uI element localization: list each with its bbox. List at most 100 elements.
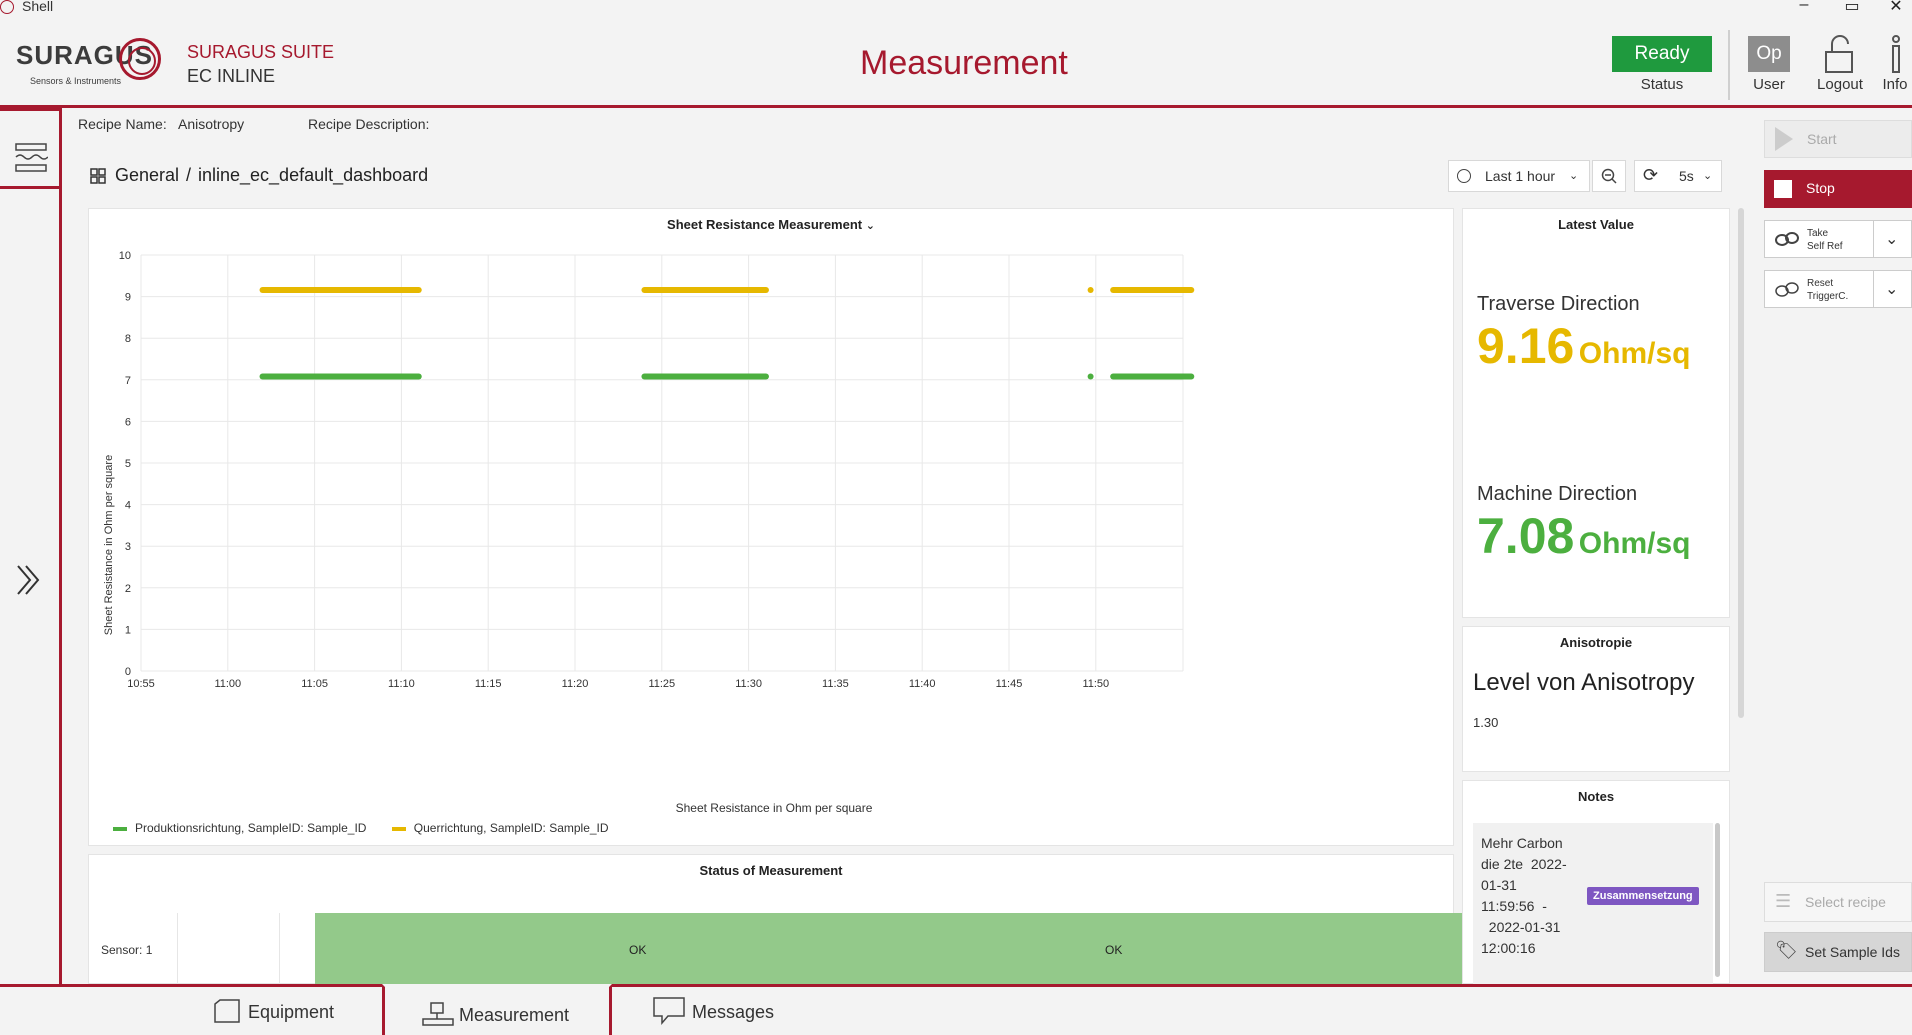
machine-direction-readout: 7.08 Ohm/sq	[1477, 507, 1690, 565]
traverse-direction-readout: 9.16 Ohm/sq	[1477, 317, 1690, 375]
y-axis-label: Sheet Resistance in Ohm per square	[103, 454, 115, 636]
start-label: Start	[1807, 131, 1837, 147]
note-tag[interactable]: Zusammensetzung	[1587, 887, 1699, 905]
x-tick-label: 11:50	[1082, 678, 1109, 690]
left-rail	[0, 108, 62, 984]
chart-legend: Produktionsrichtung, SampleID: Sample_ID…	[113, 821, 609, 835]
refresh-picker[interactable]: ⟳ 5s ⌄	[1634, 160, 1722, 192]
zoom-out-button[interactable]	[1592, 160, 1626, 192]
status-measurement-panel: Status of Measurement Sensor: 1 OK OK	[88, 854, 1511, 985]
title-bar: Shell – ▭ ✕	[0, 0, 1912, 15]
tab-messages-label: Messages	[692, 1002, 775, 1022]
user-avatar[interactable]: Op	[1748, 36, 1790, 72]
y-axis-label-wrap: Sheet Resistance in Ohm per square	[89, 399, 129, 699]
traverse-direction-value: 9.16	[1477, 318, 1575, 374]
clock-icon	[1457, 169, 1471, 183]
tab-equipment-label: Equipment	[248, 1002, 335, 1022]
refresh-icon: ⟳	[1643, 165, 1659, 185]
take-self-ref-label: Take Self Ref	[1807, 228, 1843, 252]
logo-icon	[119, 38, 161, 80]
select-recipe-label: Select recipe	[1805, 894, 1886, 910]
time-range-picker[interactable]: Last 1 hour ⌄	[1448, 160, 1590, 192]
anisotropy-heading: Level von Anisotropy	[1473, 669, 1695, 696]
message-bubble-icon	[653, 997, 685, 1026]
latest-value-title: Latest Value	[1558, 217, 1634, 232]
logout-label[interactable]: Logout	[1810, 76, 1870, 93]
link-chain-icon	[1775, 282, 1799, 297]
note-line: 12:00:16	[1481, 940, 1536, 956]
set-sample-ids-button[interactable]: 🏷 Set Sample Ids	[1764, 932, 1912, 972]
row-divider	[177, 913, 178, 985]
tab-messages[interactable]: Messages	[640, 984, 820, 1035]
zoom-out-icon	[1601, 168, 1617, 184]
notes-scrollbar[interactable]	[1715, 823, 1720, 977]
take-self-ref-button[interactable]: Take Self Ref ⌄	[1764, 220, 1912, 258]
expand-chevrons-icon[interactable]	[14, 563, 44, 597]
chevron-down-icon[interactable]: ⌄	[1885, 229, 1898, 249]
logo-subtitle: Sensors & Instruments	[30, 76, 122, 86]
user-label: User	[1753, 76, 1785, 93]
status-badge[interactable]: Ready	[1612, 36, 1712, 72]
y-tick-label: 7	[125, 375, 131, 387]
note-line: 2022-01-31	[1488, 919, 1561, 935]
stop-label: Stop	[1806, 180, 1835, 196]
x-tick-label: 11:45	[996, 678, 1023, 690]
note-card[interactable]: Mehr Carbon die 2te 2022- 01-31 11:59:56…	[1473, 823, 1713, 985]
notes-title: Notes	[1577, 789, 1615, 804]
anisotropy-value: 1.30	[1473, 715, 1499, 730]
x-axis-label: Sheet Resistance in Ohm per square	[675, 801, 873, 815]
app-icon	[0, 0, 14, 14]
equipment-icon	[214, 999, 240, 1023]
minimize-button[interactable]: –	[1784, 0, 1824, 14]
x-tick-label: 11:00	[214, 678, 241, 690]
chevron-down-icon: ⌄	[1703, 170, 1713, 182]
status-panel-title: Status of Measurement	[699, 863, 843, 878]
tab-measurement[interactable]: Measurement	[382, 984, 612, 1035]
note-line: 01-31	[1481, 877, 1517, 893]
latest-value-panel: Latest Value Traverse Direction 9.16 Ohm…	[1462, 208, 1730, 618]
anisotropy-panel: Anisotropie Level von Anisotropy 1.30	[1462, 626, 1730, 772]
dashboard-layers-icon[interactable]	[14, 141, 48, 175]
status-timeline-bar[interactable]	[315, 913, 1511, 985]
note-line: 11:59:56 -	[1481, 898, 1547, 914]
chevron-down-icon: ⌄	[1569, 170, 1579, 182]
dashboard-scrollbar[interactable]	[1738, 208, 1744, 718]
select-recipe-button[interactable]: ☰ Select recipe	[1764, 882, 1912, 922]
status-ok-label: OK	[1105, 943, 1123, 957]
legend-swatch-yellow	[391, 826, 406, 831]
x-tick-label: 11:15	[475, 678, 502, 690]
suite-product: EC INLINE	[187, 66, 276, 86]
breadcrumb-root[interactable]: General	[115, 165, 179, 186]
note-line: Mehr Carbon	[1481, 835, 1563, 851]
x-tick-label: 11:20	[562, 678, 589, 690]
list-icon: ☰	[1775, 891, 1792, 911]
start-button[interactable]: Start	[1764, 120, 1912, 158]
recipe-description-label: Recipe Description:	[308, 116, 430, 132]
recipe-name-value: Anisotropy	[178, 116, 245, 132]
notes-panel: Notes Mehr Carbon die 2te 2022- 01-31 11…	[1462, 780, 1730, 985]
tab-equipment[interactable]: Equipment	[200, 984, 380, 1035]
info-label[interactable]: Info	[1878, 76, 1912, 93]
info-icon[interactable]	[1888, 34, 1904, 74]
status-ok-label: OK	[629, 943, 647, 957]
traverse-direction-unit: Ohm/sq	[1578, 337, 1691, 370]
legend-item-produktionsrichtung[interactable]: Produktionsrichtung, SampleID: Sample_ID	[135, 821, 366, 835]
play-icon	[1775, 127, 1793, 151]
machine-direction-unit: Ohm/sq	[1578, 527, 1691, 560]
padlock-icon[interactable]	[1822, 34, 1856, 74]
note-text: Mehr Carbon die 2te 2022- 01-31 11:59:56…	[1481, 833, 1591, 959]
tag-add-icon: 🏷	[1775, 940, 1798, 960]
series-produktionsrichtung-point	[1087, 373, 1094, 380]
stop-button[interactable]: Stop	[1764, 170, 1912, 208]
link-chain-icon	[1775, 232, 1799, 246]
x-tick-label: 11:35	[822, 678, 849, 690]
x-tick-label: 11:30	[735, 678, 762, 690]
traverse-direction-label: Traverse Direction	[1477, 293, 1640, 315]
split-divider	[1873, 271, 1874, 307]
chevron-down-icon[interactable]: ⌄	[1885, 279, 1898, 299]
app-header: SURAGUS Sensors & Instruments SURAGUS SU…	[0, 14, 1912, 108]
sheet-resistance-chart: 01234567891010:55 11:00 11:05 11:10 11:15 11:…	[119, 250, 1195, 690]
reset-trigger-button[interactable]: Reset TriggerC. ⌄	[1764, 270, 1912, 308]
legend-item-querrichtung[interactable]: Querrichtung, SampleID: Sample_ID	[414, 821, 609, 835]
machine-direction-value: 7.08	[1477, 508, 1575, 564]
